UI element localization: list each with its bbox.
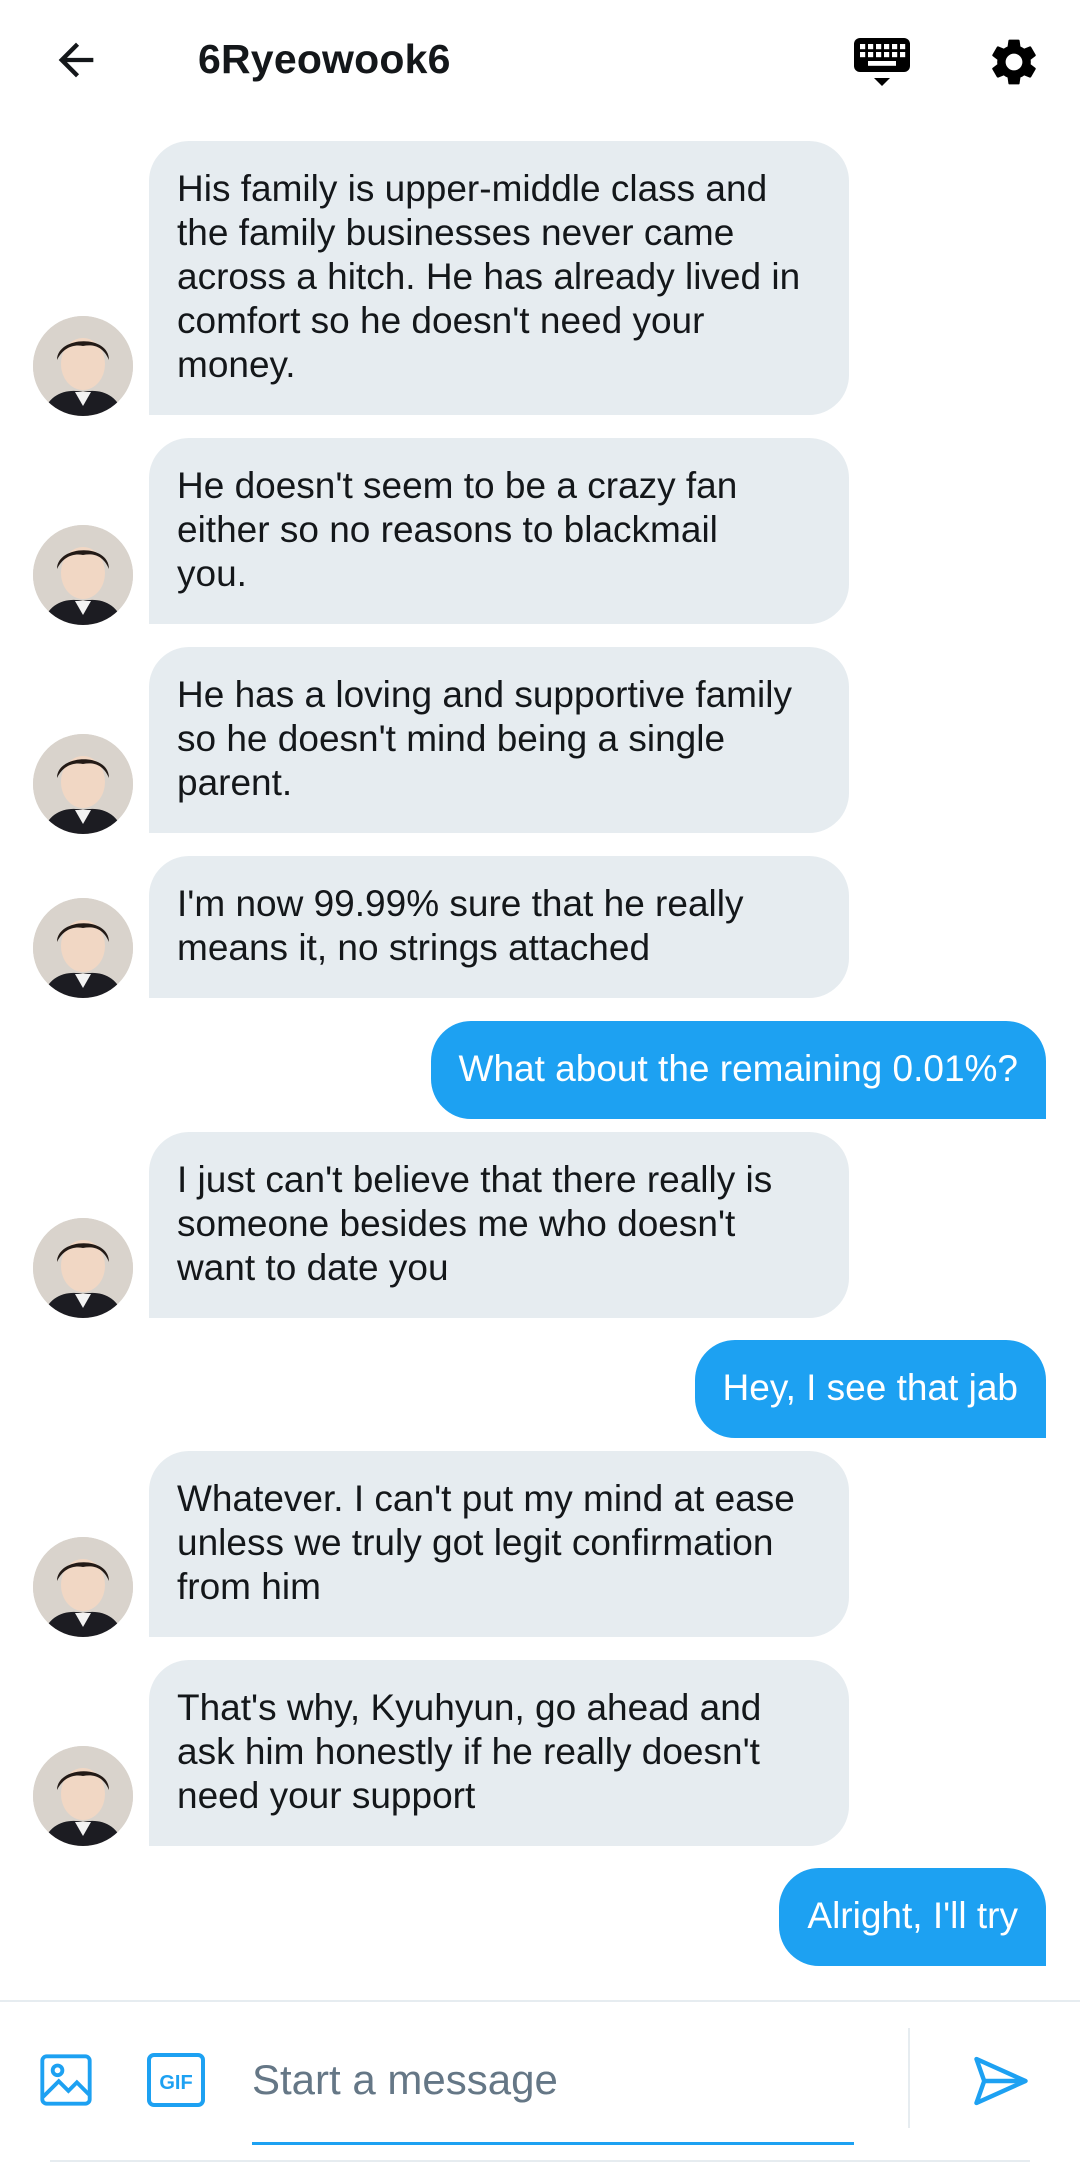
bottom-divider (50, 2160, 1030, 2162)
message-bubble-outgoing[interactable]: What about the remaining 0.01%? (430, 1021, 1046, 1119)
dm-conversation-screen: 6Ryeowook6 His family is upper-middle cl… (0, 0, 1080, 2180)
avatar-photo (33, 1537, 133, 1637)
gif-label: GIF (159, 2072, 192, 2094)
avatar-photo (33, 316, 133, 416)
message-input[interactable] (252, 2044, 854, 2116)
message-bubble-outgoing[interactable]: Alright, I'll try (779, 1868, 1046, 1966)
avatar[interactable] (33, 316, 133, 416)
message-bubble-incoming[interactable]: His family is upper-middle class and the… (149, 141, 849, 415)
add-image-button[interactable] (36, 2050, 96, 2110)
composer-divider (0, 2000, 1080, 2002)
send-icon (974, 2056, 1028, 2106)
gear-icon (992, 39, 1036, 85)
avatar[interactable] (33, 898, 133, 998)
avatar-photo (33, 898, 133, 998)
message-bubble-incoming[interactable]: He has a loving and supportive family so… (149, 647, 849, 833)
avatar[interactable] (33, 1746, 133, 1846)
message-bubble-incoming[interactable]: I just can't believe that there really i… (149, 1132, 849, 1318)
avatar-photo (33, 734, 133, 834)
avatar[interactable] (33, 525, 133, 625)
conversation-title[interactable]: 6Ryeowook6 (198, 36, 451, 83)
conversation-header: 6Ryeowook6 (0, 0, 1080, 122)
gif-icon: GIF (147, 2053, 205, 2107)
settings-button[interactable] (982, 30, 1046, 94)
keyboard-icon (854, 38, 910, 86)
image-icon (40, 2054, 92, 2106)
keyboard-button[interactable] (850, 30, 914, 94)
avatar[interactable] (33, 1537, 133, 1637)
avatar[interactable] (33, 1218, 133, 1318)
send-button[interactable] (966, 2046, 1036, 2116)
avatar-photo (33, 1746, 133, 1846)
message-bubble-incoming[interactable]: I'm now 99.99% sure that he really means… (149, 856, 849, 998)
avatar-photo (33, 1218, 133, 1318)
arrow-left-icon (58, 42, 94, 78)
message-bubble-outgoing[interactable]: Hey, I see that jab (694, 1340, 1046, 1438)
avatar[interactable] (33, 734, 133, 834)
message-bubble-incoming[interactable]: He doesn't seem to be a crazy fan either… (149, 438, 849, 624)
add-gif-button[interactable]: GIF (146, 2050, 206, 2110)
avatar-photo (33, 525, 133, 625)
input-underline (252, 2142, 854, 2145)
message-bubble-incoming[interactable]: Whatever. I can't put my mind at ease un… (149, 1451, 849, 1637)
message-bubble-incoming[interactable]: That's why, Kyuhyun, go ahead and ask hi… (149, 1660, 849, 1846)
composer-vertical-divider (908, 2028, 910, 2128)
back-button[interactable] (44, 28, 108, 92)
